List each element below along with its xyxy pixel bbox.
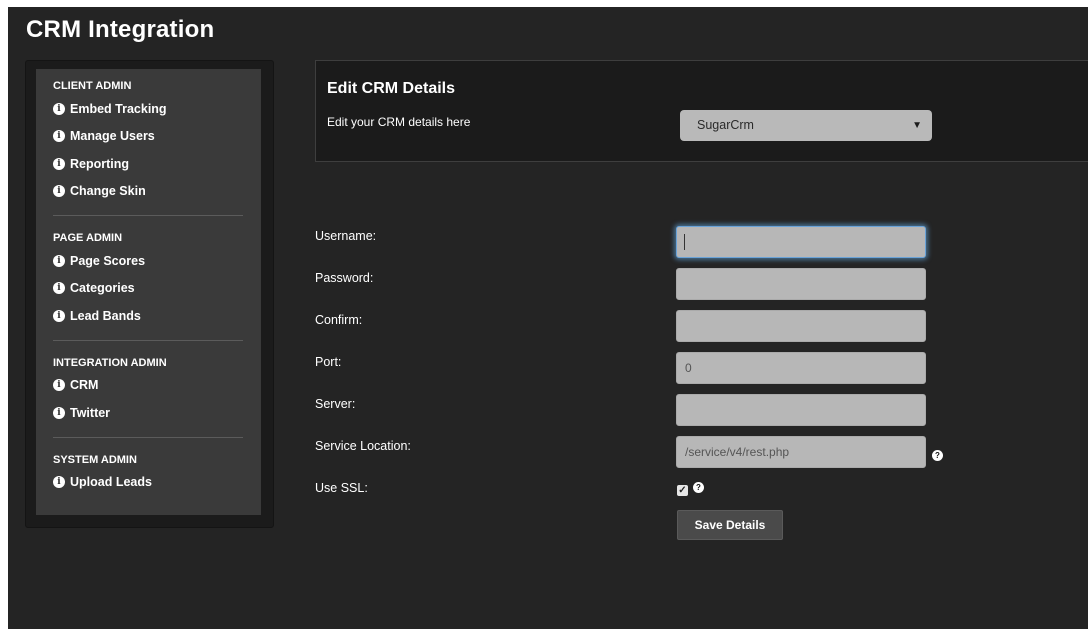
service-location-value: /service/v4/rest.php: [685, 445, 790, 459]
password-label: Password:: [315, 271, 374, 285]
divider: [53, 339, 243, 341]
nav-upload-leads[interactable]: i Upload Leads: [53, 469, 243, 497]
sidebar-menu: CLIENT ADMIN i Embed Tracking i Manage Use…: [36, 69, 261, 515]
info-icon: i: [53, 130, 65, 143]
info-icon: i: [53, 185, 65, 198]
server-input[interactable]: [676, 394, 926, 426]
section-title-page-admin: PAGE ADMIN: [53, 232, 123, 244]
info-icon: i: [53, 157, 65, 170]
info-icon: i: [53, 476, 65, 489]
crm-type-value: SugarCrm: [697, 118, 754, 132]
divider: [53, 436, 243, 438]
nav-crm[interactable]: i CRM: [53, 372, 243, 400]
crm-details-panel: Edit CRM Details Edit your CRM details h…: [315, 60, 1088, 162]
text-caret: [684, 234, 685, 250]
nav-label: Twitter: [70, 405, 111, 420]
info-icon: i: [53, 379, 65, 392]
section-title-system-admin: SYSTEM ADMIN: [53, 453, 137, 466]
nav-label: Lead Bands: [70, 308, 141, 323]
username-label: Username:: [315, 229, 377, 243]
section-title-integration-admin: INTEGRATION ADMIN: [53, 356, 167, 369]
panel-title: Edit CRM Details: [327, 80, 456, 97]
server-label: Server:: [315, 397, 356, 411]
nav-label: Manage Users: [70, 129, 155, 144]
help-icon[interactable]: ?: [693, 482, 704, 493]
page-title: CRM Integration: [26, 16, 215, 43]
service-location-input[interactable]: /service/v4/rest.php: [676, 436, 926, 468]
info-icon: i: [53, 282, 65, 295]
use-ssl-label: Use SSL:: [315, 481, 368, 495]
nav-reporting[interactable]: i Reporting: [53, 150, 243, 178]
nav-embed-tracking[interactable]: i Embed Tracking: [53, 95, 243, 123]
nav-lead-bands[interactable]: i Lead Bands: [53, 302, 243, 330]
app-window: CRM Integration CLIENT ADMIN i Embed Trac…: [8, 7, 1088, 629]
info-icon: i: [53, 102, 65, 115]
divider: [53, 215, 243, 216]
nav-label: Categories: [70, 281, 135, 296]
service-location-label: Service Location:: [315, 439, 411, 453]
confirm-label: Confirm:: [315, 313, 363, 327]
info-icon: i: [53, 406, 65, 419]
nav-label: Embed Tracking: [70, 101, 167, 116]
nav-label: Page Scores: [70, 253, 146, 268]
nav-categories[interactable]: i Categories: [53, 275, 243, 303]
password-input[interactable]: [676, 268, 926, 300]
section-title-client-admin: CLIENT ADMIN: [53, 80, 132, 92]
info-icon: i: [53, 309, 65, 322]
confirm-input[interactable]: [676, 310, 926, 342]
nav-change-skin[interactable]: i Change Skin: [53, 178, 243, 206]
port-input[interactable]: 0: [676, 352, 926, 384]
info-icon: i: [53, 254, 65, 267]
sidebar: CLIENT ADMIN i Embed Tracking i Manage Use…: [25, 60, 274, 528]
crm-type-select[interactable]: SugarCrm ▼: [680, 110, 932, 141]
port-value: 0: [685, 361, 692, 375]
nav-label: CRM: [70, 378, 99, 393]
nav-label: Upload Leads: [70, 475, 152, 490]
panel-subtitle: Edit your CRM details here: [327, 115, 471, 129]
help-icon[interactable]: ?: [932, 450, 943, 461]
nav-page-scores[interactable]: i Page Scores: [53, 247, 243, 275]
nav-manage-users[interactable]: i Manage Users: [53, 123, 243, 151]
dropdown-arrow-icon: ▼: [912, 120, 922, 131]
nav-twitter[interactable]: i Twitter: [53, 399, 243, 427]
save-details-button[interactable]: Save Details: [677, 510, 783, 540]
nav-label: Change Skin: [70, 184, 146, 199]
username-input[interactable]: [676, 226, 926, 258]
use-ssl-checkbox[interactable]: ✓: [677, 485, 688, 496]
nav-label: Reporting: [70, 156, 130, 171]
port-label: Port:: [315, 355, 342, 369]
